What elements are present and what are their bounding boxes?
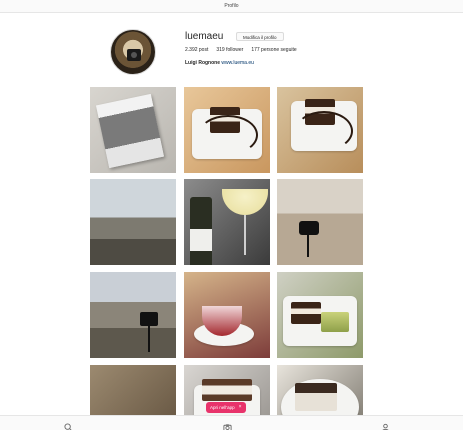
followers-count[interactable]: 319 follower [216, 47, 243, 53]
website-link[interactable]: www.luema.eu [221, 60, 254, 66]
profile-icon[interactable] [381, 419, 390, 430]
top-bar: Profilo [0, 0, 463, 13]
close-icon[interactable]: × [239, 402, 242, 413]
posts-count: 2.392 post [185, 47, 209, 53]
bio: Luigi Rognone www.luema.eu [185, 60, 254, 66]
grid-photo-3[interactable] [277, 87, 363, 173]
following-count[interactable]: 177 persone seguite [251, 47, 296, 53]
grid-photo-2[interactable] [184, 87, 270, 173]
search-icon[interactable] [64, 419, 73, 430]
grid-photo-6[interactable] [277, 179, 363, 265]
avatar[interactable] [110, 29, 156, 75]
grid-photo-1[interactable] [90, 87, 176, 173]
grid-photo-5[interactable] [184, 179, 270, 265]
grid-photo-8[interactable] [184, 272, 270, 358]
username: luemaeu [185, 31, 224, 42]
grid-photo-9[interactable] [277, 272, 363, 358]
page-title: Profilo [224, 3, 239, 9]
bottom-nav [0, 415, 463, 430]
grid-photo-4[interactable] [90, 179, 176, 265]
full-name: Luigi Rognone [185, 60, 220, 66]
grid-photo-7[interactable] [90, 272, 176, 358]
profile-header: luemaeu Modifica il profilo 2.392 post 3… [0, 13, 463, 87]
open-in-app-label: Apri nell'app [210, 405, 235, 410]
edit-profile-button[interactable]: Modifica il profilo [236, 32, 284, 41]
open-in-app-button[interactable]: Apri nell'app × [206, 402, 246, 413]
profile-stats: 2.392 post 319 follower 177 persone segu… [185, 47, 297, 53]
camera-icon[interactable] [223, 419, 232, 430]
camera-icon [127, 49, 141, 61]
